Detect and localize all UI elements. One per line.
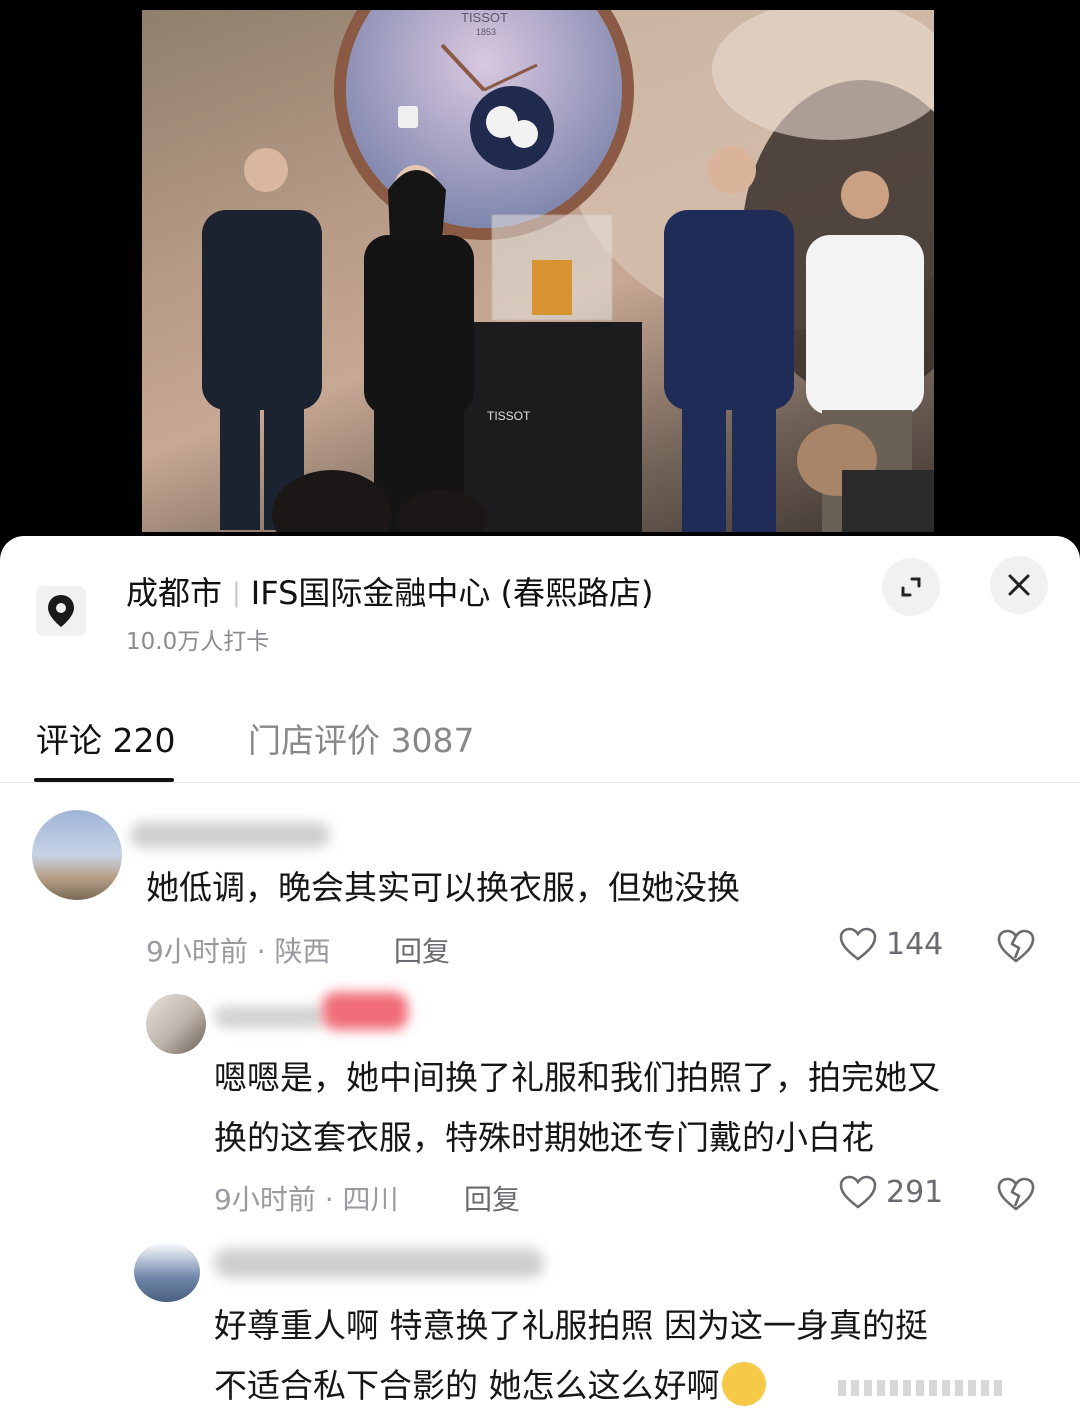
username-redacted[interactable]	[214, 1248, 544, 1278]
like-button[interactable]: 144	[838, 926, 943, 962]
avatar[interactable]	[32, 810, 122, 900]
comment-text-line: 不适合私下合影的 她怎么这么好啊	[214, 1356, 766, 1416]
tab-store-reviews[interactable]: 门店评价 3087	[248, 714, 474, 762]
comment-text-line: 好尊重人啊 特意换了礼服拍照 因为这一身真的挺	[214, 1306, 928, 1345]
reply-button[interactable]: 回复	[394, 930, 450, 970]
event-photo-area: TISSOT 1853 TISSOT	[0, 0, 1080, 560]
event-photo-illustration: TISSOT 1853 TISSOT	[202, 10, 934, 532]
comment-meta: 9小时前 · 陕西	[146, 935, 331, 968]
tab-bar: 评论 220 门店评价 3087	[0, 706, 1080, 783]
broken-heart-icon	[997, 1177, 1035, 1211]
watermark-bars	[838, 1380, 1038, 1400]
like-button[interactable]: 291	[838, 1174, 943, 1210]
username-redacted[interactable]	[214, 1006, 324, 1028]
watch-year-text: 1853	[476, 27, 496, 37]
expand-button[interactable]	[882, 558, 940, 616]
location-title[interactable]: 成都市 | IFS国际金融中心 (春熙路店)	[126, 568, 654, 614]
reply-button[interactable]: 回复	[464, 1178, 520, 1218]
tab-comments[interactable]: 评论 220	[36, 714, 175, 762]
avatar[interactable]	[134, 1242, 200, 1302]
comment-text-line: 换的这套衣服，特殊时期她还专门戴的小白花	[214, 1118, 874, 1157]
comment-text-line: 嗯嗯是，她中间换了礼服和我们拍照了，拍完她又	[214, 1058, 940, 1097]
location-checkins: 10.0万人打卡	[126, 629, 270, 655]
dislike-button[interactable]	[996, 1176, 1036, 1216]
expand-icon	[901, 577, 921, 597]
location-pin-icon	[36, 586, 86, 636]
crying-face-emoji-icon	[721, 1361, 766, 1406]
pedestal-brand-text: TISSOT	[487, 409, 531, 423]
comment-meta: 9小时前 · 四川	[214, 1183, 399, 1216]
close-button[interactable]	[990, 556, 1048, 614]
active-tab-indicator	[34, 778, 174, 782]
comment-text-line-content: 不适合私下合影的 她怎么这么好啊	[214, 1366, 720, 1405]
close-icon	[1008, 574, 1030, 596]
comments-sheet: 成都市 | IFS国际金融中心 (春熙路店) 10.0万人打卡 评论 220 门店评…	[0, 536, 1080, 1419]
like-count: 144	[886, 926, 944, 962]
dislike-button[interactable]	[996, 928, 1036, 968]
username-redacted[interactable]	[130, 822, 330, 848]
heart-icon	[839, 927, 877, 961]
like-count: 291	[886, 1174, 944, 1210]
heart-icon	[839, 1175, 877, 1209]
avatar[interactable]	[146, 994, 206, 1054]
location-divider: |	[232, 578, 241, 608]
watch-brand-text: TISSOT	[461, 10, 508, 25]
comment-text: 她低调，晚会其实可以换衣服，但她没换	[146, 868, 740, 907]
event-photo[interactable]: TISSOT 1853 TISSOT	[142, 10, 934, 532]
broken-heart-icon	[997, 929, 1035, 963]
user-badge-redacted	[322, 992, 408, 1030]
location-city: 成都市	[126, 574, 223, 612]
location-place: IFS国际金融中心 (春熙路店)	[250, 574, 654, 612]
